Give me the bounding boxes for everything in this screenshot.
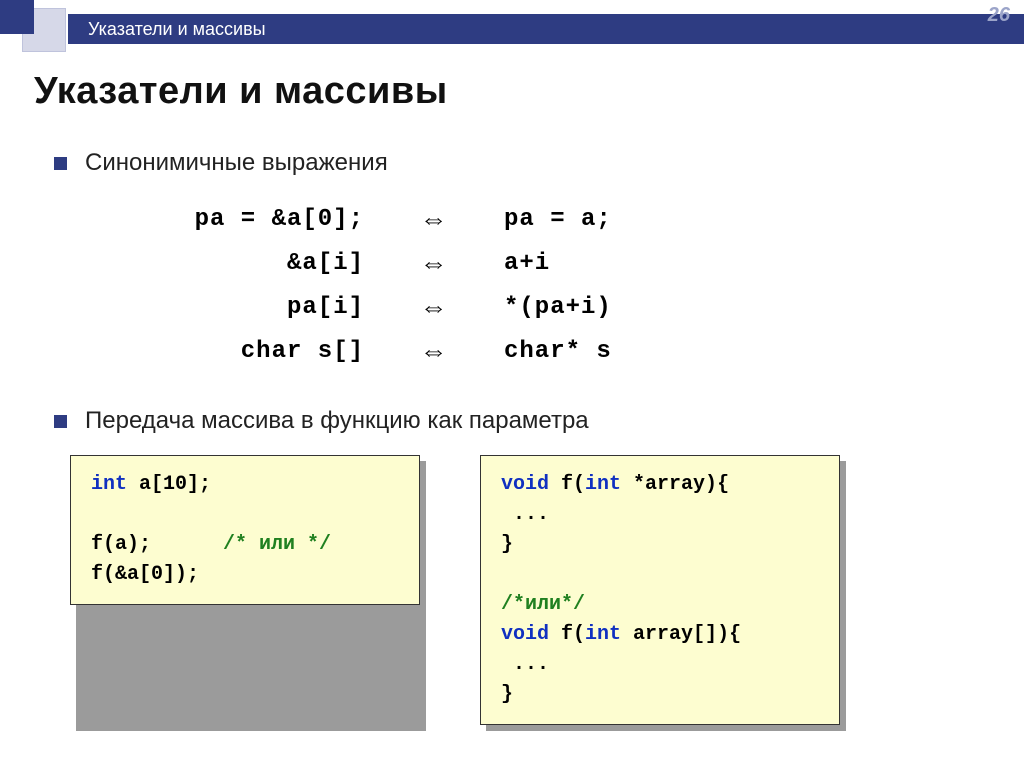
bullet-text: Передача массива в функцию как параметра — [85, 407, 589, 435]
code-text: f( — [549, 473, 585, 496]
code-text: a[10]; — [127, 473, 211, 496]
equiv-left: &a[i] — [34, 250, 404, 277]
code-text: f(&a[0]); — [91, 563, 199, 586]
double-arrow-icon: ⇔ — [404, 335, 464, 367]
double-arrow-icon: ⇔ — [404, 291, 464, 323]
keyword: void — [501, 623, 549, 646]
bullet-text: Синонимичные выражения — [85, 149, 388, 177]
bullet-item-2: Передача массива в функцию как параметра — [54, 407, 990, 435]
code-text: f( — [549, 623, 585, 646]
deco-square-dark — [0, 0, 34, 34]
code-examples: int a[10]; f(a); /* или */ f(&a[0]); voi… — [70, 455, 990, 725]
bullet-icon — [54, 415, 67, 428]
code-box-right: void f(int *array){ ... } /*или*/ void f… — [480, 455, 840, 725]
equiv-left: pa = &a[0]; — [34, 206, 404, 233]
code-content: int a[10]; f(a); /* или */ f(&a[0]); — [70, 455, 420, 605]
equiv-right: pa = a; — [464, 206, 612, 233]
equivalence-table: pa = &a[0]; ⇔ pa = a; &a[i] ⇔ a+i pa[i] … — [34, 197, 990, 373]
code-text: f(a); — [91, 533, 223, 556]
bullet-icon — [54, 157, 67, 170]
corner-decoration — [0, 0, 70, 56]
code-text: } — [501, 533, 513, 556]
keyword: void — [501, 473, 549, 496]
bullet-item-1: Синонимичные выражения — [54, 149, 990, 177]
keyword: int — [91, 473, 127, 496]
equiv-row: pa[i] ⇔ *(pa+i) — [34, 285, 990, 329]
double-arrow-icon: ⇔ — [404, 247, 464, 279]
slide: Указатели и массивы 26 Указатели и масси… — [0, 0, 1024, 767]
code-text: ... — [501, 503, 549, 526]
equiv-right: *(pa+i) — [464, 294, 612, 321]
title-bar: Указатели и массивы — [68, 14, 1024, 44]
code-text: } — [501, 683, 513, 706]
comment: /*или*/ — [501, 593, 585, 616]
keyword: int — [585, 473, 621, 496]
equiv-left: char s[] — [34, 338, 404, 365]
equiv-left: pa[i] — [34, 294, 404, 321]
code-text: *array){ — [621, 473, 729, 496]
code-box-left: int a[10]; f(a); /* или */ f(&a[0]); — [70, 455, 420, 725]
equiv-row: &a[i] ⇔ a+i — [34, 241, 990, 285]
double-arrow-icon: ⇔ — [404, 203, 464, 235]
equiv-right: char* s — [464, 338, 612, 365]
equiv-row: pa = &a[0]; ⇔ pa = a; — [34, 197, 990, 241]
page-title: Указатели и массивы — [34, 70, 990, 113]
equiv-row: char s[] ⇔ char* s — [34, 329, 990, 373]
code-text: ... — [501, 653, 549, 676]
content-area: Указатели и массивы Синонимичные выражен… — [34, 70, 990, 747]
comment: /* или */ — [223, 533, 331, 556]
keyword: int — [585, 623, 621, 646]
code-content: void f(int *array){ ... } /*или*/ void f… — [480, 455, 840, 725]
equiv-right: a+i — [464, 250, 550, 277]
title-bar-text: Указатели и массивы — [88, 19, 266, 39]
page-number: 26 — [988, 4, 1010, 27]
code-text: array[]){ — [621, 623, 741, 646]
